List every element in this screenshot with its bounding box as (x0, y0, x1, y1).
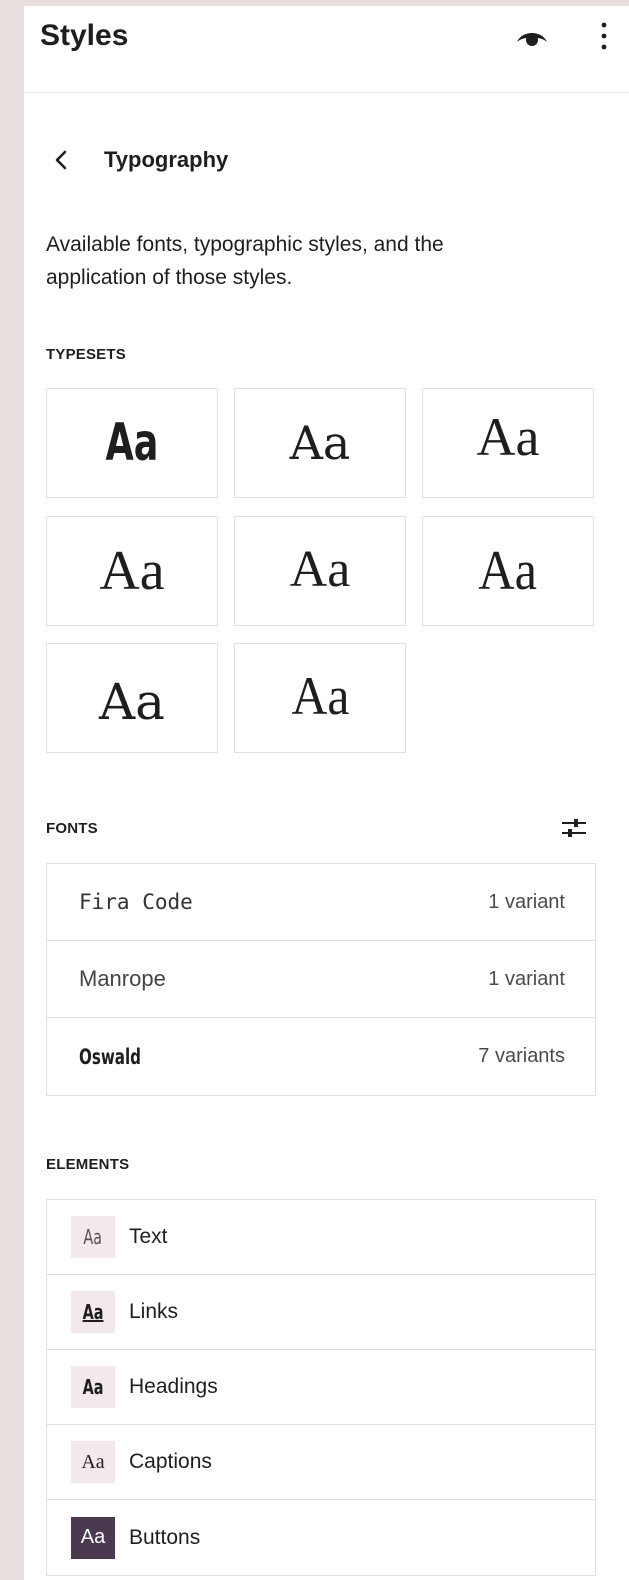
element-item-headings[interactable]: Aa Headings (47, 1350, 595, 1425)
typeset-sample: Aa (476, 407, 540, 467)
link-style-icon: Aa (71, 1291, 115, 1333)
sidebar-header: Styles (24, 6, 629, 93)
element-sample: Aa (80, 1526, 106, 1548)
element-sample: Aa (83, 1225, 103, 1249)
element-label: Links (129, 1300, 179, 1323)
typeset-sample: Aa (289, 540, 351, 598)
font-variant-count: 1 variant (488, 967, 565, 990)
back-button[interactable] (54, 142, 82, 178)
page-title: Typography (104, 147, 229, 172)
chevron-left-icon (55, 150, 67, 170)
styles-sidebar: Styles Typography Available fonts, typog… (24, 6, 629, 1580)
heading-style-icon: Aa (71, 1366, 115, 1408)
typeset-option-8[interactable]: Aa (234, 643, 406, 753)
button-style-icon: Aa (71, 1516, 115, 1559)
more-vertical-icon (601, 22, 607, 50)
typesets-heading: TYPESETS (46, 346, 126, 363)
more-options-button[interactable] (590, 16, 618, 56)
typeset-option-4[interactable]: Aa (46, 516, 218, 626)
typography-description: Available fonts, typographic styles, and… (46, 233, 444, 289)
preview-button[interactable] (512, 20, 552, 52)
font-item-oswald[interactable]: Oswald 7 variants (47, 1018, 595, 1095)
font-item-fira-code[interactable]: Fira Code 1 variant (47, 864, 595, 941)
element-sample: Aa (82, 1375, 104, 1399)
font-name: Manrope (79, 966, 166, 991)
element-item-links[interactable]: Aa Links (47, 1275, 595, 1350)
font-item-manrope[interactable]: Manrope 1 variant (47, 941, 595, 1018)
element-item-buttons[interactable]: Aa Buttons (47, 1500, 595, 1575)
element-item-text[interactable]: Aa Text (47, 1200, 595, 1275)
font-name: Oswald (79, 1044, 141, 1069)
fonts-list: Fira Code 1 variant Manrope 1 variant Os… (46, 863, 596, 1096)
element-label: Buttons (129, 1525, 201, 1549)
typeset-sample: Aa (105, 413, 159, 473)
typeset-option-7[interactable]: Aa (46, 643, 218, 753)
element-sample: Aa (82, 1300, 104, 1324)
element-sample: Aa (81, 1450, 105, 1473)
text-style-icon: Aa (71, 1216, 115, 1258)
font-variant-count: 7 variants (478, 1045, 565, 1067)
typeset-sample: Aa (291, 666, 349, 726)
typeset-sample: Aa (478, 540, 538, 602)
element-item-captions[interactable]: Aa Captions (47, 1425, 595, 1500)
typeset-option-1[interactable]: Aa (46, 388, 218, 498)
fonts-heading: FONTS (46, 820, 98, 837)
eye-icon (517, 33, 547, 46)
manage-fonts-button[interactable] (558, 812, 590, 844)
caption-style-icon: Aa (71, 1441, 115, 1483)
sliders-icon (562, 819, 586, 837)
font-variant-count: 1 variant (488, 890, 565, 913)
typeset-option-2[interactable]: Aa (234, 388, 406, 498)
elements-heading: ELEMENTS (46, 1156, 130, 1173)
element-label: Captions (129, 1450, 212, 1473)
typeset-option-6[interactable]: Aa (422, 516, 594, 626)
element-label: Headings (129, 1375, 218, 1398)
elements-list: Aa Text Aa Links Aa Headings Aa Captions… (46, 1199, 596, 1576)
typeset-sample: Aa (99, 540, 165, 602)
typeset-option-5[interactable]: Aa (234, 516, 406, 626)
element-label: Text (129, 1225, 168, 1248)
typeset-sample: Aa (289, 416, 351, 470)
font-name: Fira Code (79, 890, 193, 914)
typeset-option-3[interactable]: Aa (422, 388, 594, 498)
sidebar-title: Styles (40, 19, 129, 52)
typeset-sample: Aa (99, 673, 165, 731)
breadcrumb: Typography (54, 142, 228, 178)
